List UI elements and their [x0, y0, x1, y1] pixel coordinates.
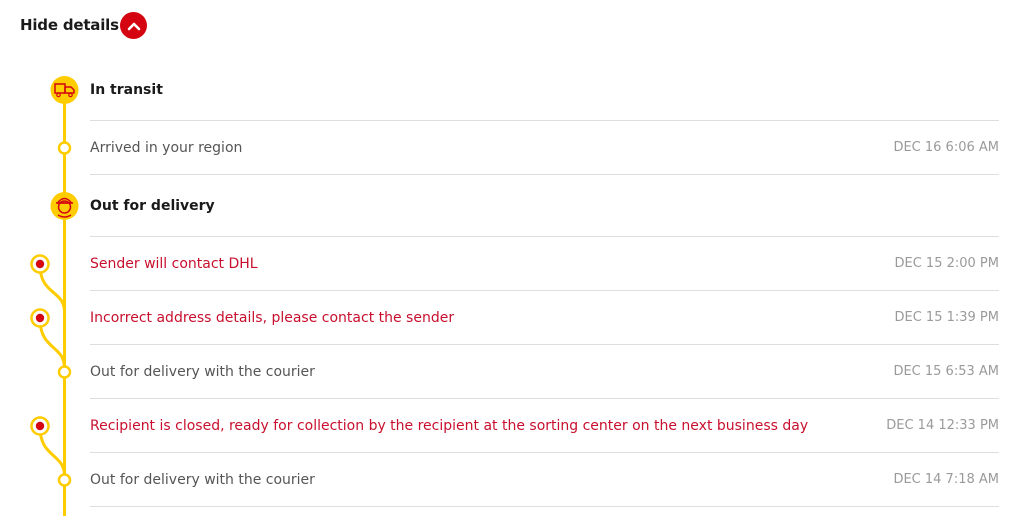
divider	[90, 506, 999, 507]
divider	[90, 174, 999, 175]
event-time: DEC 16 6:06 AM	[893, 140, 999, 155]
event-text: Out for delivery with the courier	[90, 364, 315, 380]
timeline-node	[57, 141, 72, 155]
divider	[90, 120, 999, 121]
event-row: Out for delivery with the courier DEC 14…	[90, 470, 999, 490]
event-text: Recipient is closed, ready for collectio…	[90, 418, 809, 434]
event-time: DEC 14 12:33 PM	[886, 418, 999, 433]
divider	[90, 398, 999, 399]
event-text: In transit	[90, 82, 163, 98]
alert-node	[30, 254, 50, 274]
event-text: Incorrect address details, please contac…	[90, 310, 455, 326]
event-row-alert: Incorrect address details, please contac…	[90, 308, 999, 328]
divider	[90, 344, 999, 345]
event-time: DEC 15 2:00 PM	[894, 256, 1000, 271]
divider	[90, 290, 999, 291]
timeline-node	[57, 365, 72, 379]
divider	[90, 452, 999, 453]
event-text: Arrived in your region	[90, 140, 243, 156]
timeline-node	[57, 473, 72, 487]
alert-node	[30, 416, 50, 436]
event-text: Sender will contact DHL	[90, 256, 258, 272]
event-time: DEC 15 6:53 AM	[893, 364, 999, 379]
event-row: Out for delivery with the courier DEC 15…	[90, 362, 999, 382]
event-row-alert: Recipient is closed, ready for collectio…	[90, 416, 999, 436]
alert-node	[30, 308, 50, 328]
event-heading-out-for-delivery: Out for delivery	[90, 196, 999, 216]
event-time: DEC 15 1:39 PM	[894, 310, 1000, 325]
event-row-alert: Sender will contact DHL DEC 15 2:00 PM	[90, 254, 999, 274]
truck-icon	[50, 76, 79, 104]
event-text: Out for delivery	[90, 198, 215, 214]
event-time: DEC 14 7:18 AM	[893, 472, 999, 487]
event-heading-in-transit: In transit	[90, 80, 999, 100]
event-text: Out for delivery with the courier	[90, 472, 315, 488]
divider	[90, 236, 999, 237]
courier-icon	[50, 192, 79, 220]
event-row: Arrived in your region DEC 16 6:06 AM	[90, 138, 999, 158]
